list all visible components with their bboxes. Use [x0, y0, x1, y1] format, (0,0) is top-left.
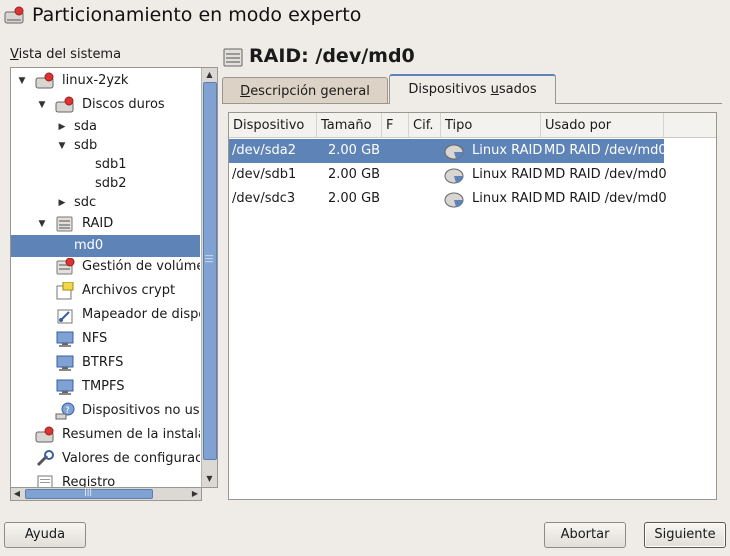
network-drive-icon: [55, 354, 75, 372]
tab-label: Dispositivos usados: [408, 82, 537, 97]
cell-type: Linux RAID: [472, 167, 543, 182]
cell-used-by: MD RAID /dev/md0: [544, 191, 667, 206]
tree-item-label: Archivos crypt: [82, 283, 176, 298]
help-button[interactable]: Ayuda: [4, 522, 86, 548]
table-row[interactable]: /dev/sdb1 2.00 GB Linux RAID MD RAID /de…: [229, 163, 667, 187]
expander-icon[interactable]: ▼: [37, 213, 47, 235]
cell-used-by: MD RAID /dev/md0: [544, 143, 667, 158]
scroll-up-icon[interactable]: ▲: [202, 68, 217, 81]
tree-item-log[interactable]: Registro: [11, 472, 200, 487]
cell-device: /dev/sda2: [232, 143, 296, 158]
tree-item-btrfs[interactable]: BTRFS: [11, 352, 200, 374]
settings-tools-icon: [35, 450, 55, 468]
unused-devices-icon: ?: [55, 402, 75, 420]
next-button[interactable]: Siguiente: [644, 522, 726, 548]
tab-label: Descripción general: [240, 84, 370, 99]
tree-item-label: NFS: [82, 331, 108, 346]
tree-item-label: Discos duros: [82, 97, 165, 112]
tab-descripcion-general[interactable]: Descripción general: [222, 77, 388, 103]
system-tree[interactable]: ▼ linux-2yzk ▼ Discos duros ▶ sda ▼ sdb …: [10, 67, 218, 488]
tree-item-label: linux-2yzk: [62, 73, 129, 88]
harddisk-icon: [35, 426, 55, 444]
tree-item-label: BTRFS: [82, 355, 124, 370]
tree-item-configuration[interactable]: Valores de configuración: [11, 448, 200, 470]
tree-horizontal-scrollbar[interactable]: ◀ ||| ▶: [10, 487, 202, 501]
cell-size: 2.00 GB: [328, 143, 381, 158]
tree-item-label: Mapeador de dispositivos: [82, 307, 200, 322]
raid-icon: [222, 46, 244, 68]
table-row[interactable]: /dev/sda2 2.00 GB Linux RAID MD RAID /de…: [229, 139, 667, 163]
tree-item-label: Resumen de la instalación: [62, 427, 200, 442]
column-header-f[interactable]: F: [382, 113, 409, 138]
scroll-down-icon[interactable]: ▼: [202, 472, 217, 485]
device-mapper-icon: [55, 306, 75, 324]
network-drive-icon: [55, 330, 75, 348]
tree-item-tmpfs[interactable]: TMPFS: [11, 376, 200, 398]
cell-device: /dev/sdb1: [232, 167, 297, 182]
disk-icon: [444, 166, 464, 184]
column-header-cif[interactable]: Cif.: [409, 113, 441, 138]
tree-item-label: TMPFS: [82, 379, 125, 394]
harddisk-icon: [55, 96, 75, 114]
tree-item-md0[interactable]: md0: [11, 235, 200, 257]
tree-item-nfs[interactable]: NFS: [11, 328, 200, 350]
log-icon: [35, 474, 55, 487]
tree-item-label: sdc: [74, 195, 97, 210]
tree-item-linux-2yzk[interactable]: ▼ linux-2yzk: [11, 70, 200, 92]
tree-item-label: Gestión de volúmenes: [82, 259, 200, 274]
cell-size: 2.00 GB: [328, 167, 381, 182]
tree-item-crypt-files[interactable]: Archivos crypt: [11, 280, 200, 302]
tree-item-label: Registro: [62, 475, 116, 487]
volume-management-icon: [55, 257, 75, 276]
tree-item-discos-duros[interactable]: ▼ Discos duros: [11, 94, 200, 116]
devices-table[interactable]: Dispositivo Tamaño F Cif. Tipo Usado por…: [228, 112, 717, 500]
tree-item-label: Dispositivos no usados: [82, 403, 200, 418]
cell-type: Linux RAID: [472, 191, 543, 206]
cell-used-by: MD RAID /dev/md0: [544, 167, 667, 182]
harddisk-system-icon: [35, 72, 55, 90]
tree-item-device-mapper[interactable]: Mapeador de dispositivos: [11, 304, 200, 326]
tree-vertical-scrollbar[interactable]: ▲ ― ― ― ▼: [201, 68, 217, 487]
column-header-dispositivo[interactable]: Dispositivo: [229, 113, 317, 138]
page-title: RAID: /dev/md0: [249, 45, 415, 67]
scroll-left-icon[interactable]: ◀: [11, 488, 23, 500]
scrollbar-thumb[interactable]: |||: [25, 487, 153, 499]
harddisk-title-icon: [4, 6, 24, 26]
scroll-right-icon[interactable]: ▶: [189, 488, 201, 500]
window-title: Particionamiento en modo experto: [32, 4, 362, 26]
tree-item-label: md0: [74, 238, 104, 253]
tree-item-raid[interactable]: ▼ RAID: [11, 213, 200, 235]
tree-list: ▼ linux-2yzk ▼ Discos duros ▶ sda ▼ sdb …: [11, 68, 200, 487]
expander-icon[interactable]: ▼: [17, 70, 27, 92]
network-drive-icon: [55, 378, 75, 396]
cell-device: /dev/sdc3: [232, 191, 296, 206]
expander-icon[interactable]: ▼: [37, 94, 47, 116]
column-header-tamano[interactable]: Tamaño: [317, 113, 382, 138]
table-row[interactable]: /dev/sdc3 2.00 GB Linux RAID MD RAID /de…: [229, 187, 667, 211]
disk-icon: [444, 142, 464, 160]
expander-icon[interactable]: ▶: [57, 192, 67, 214]
column-header-tipo[interactable]: Tipo: [441, 113, 541, 138]
disk-icon: [444, 190, 464, 208]
tree-item-installation-summary[interactable]: Resumen de la instalación: [11, 424, 200, 446]
tree-label: Vista del sistema: [10, 47, 122, 62]
tree-item-unused-devices[interactable]: ? Dispositivos no usados: [11, 400, 200, 422]
tree-item-label: RAID: [82, 216, 114, 231]
cell-type: Linux RAID: [472, 143, 543, 158]
table-header: Dispositivo Tamaño F Cif. Tipo Usado por: [229, 113, 716, 138]
cell-size: 2.00 GB: [328, 191, 381, 206]
grip-icon: ― ― ―: [205, 251, 213, 266]
abort-button[interactable]: Abortar: [544, 522, 626, 548]
column-header-usado-por[interactable]: Usado por: [541, 113, 664, 138]
crypt-files-icon: [55, 281, 75, 300]
tab-dispositivos-usados[interactable]: Dispositivos usados: [389, 74, 556, 104]
tree-item-volume-management[interactable]: Gestión de volúmenes: [11, 256, 200, 278]
raid-icon: [55, 215, 75, 233]
tree-item-label: Valores de configuración: [62, 451, 200, 466]
scrollbar-thumb[interactable]: [203, 82, 217, 460]
grip-icon: |||: [84, 487, 93, 496]
tree-item-sdc[interactable]: ▶ sdc: [11, 192, 200, 214]
